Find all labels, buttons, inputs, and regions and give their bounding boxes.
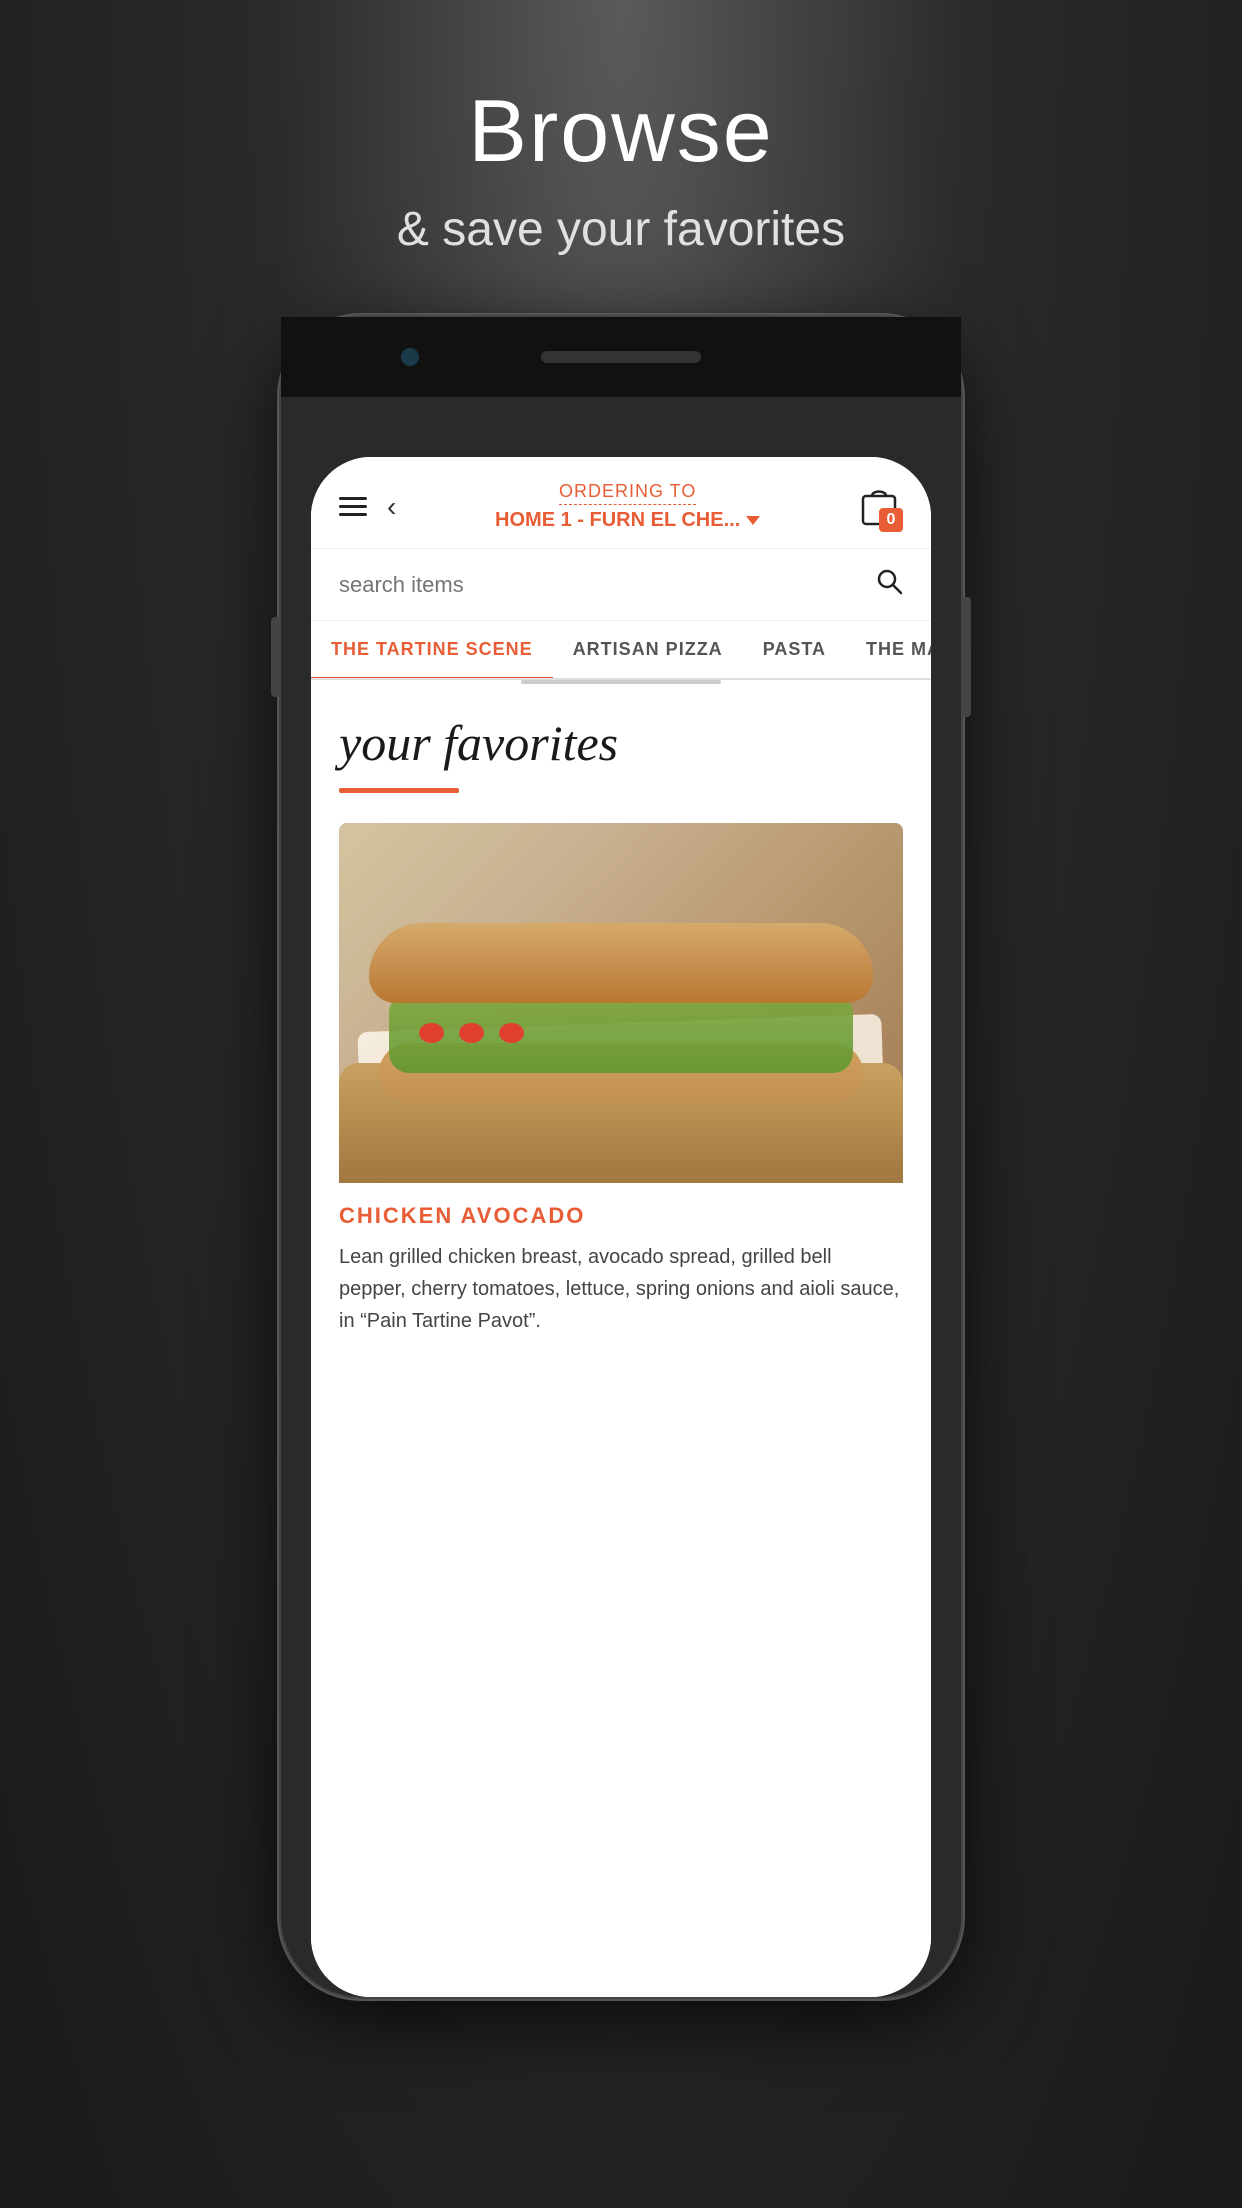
hamburger-line-2 [339, 505, 367, 508]
favorites-underline [339, 788, 459, 793]
food-item-name: CHICKEN AVOCADO [339, 1203, 903, 1229]
header-right: 0 [859, 482, 903, 532]
phone-top-bar [281, 317, 961, 397]
food-image [339, 823, 903, 1183]
hamburger-line-3 [339, 513, 367, 516]
search-input[interactable] [339, 572, 875, 598]
header-center: ORDERING TO HOME 1 - FURN EL CHE... [495, 481, 760, 532]
app-header: ‹ ORDERING TO HOME 1 - FURN EL CHE... [311, 457, 931, 549]
category-tabs: THE TARTINE SCENE ARTISAN PIZZA PASTA TH… [311, 621, 931, 680]
cart-count: 0 [887, 511, 896, 529]
page-title: Browse [468, 80, 773, 182]
tomato-2 [459, 1023, 484, 1043]
food-item-description: Lean grilled chicken breast, avocado spr… [339, 1241, 903, 1337]
tomato-3 [499, 1023, 524, 1043]
page-subtitle: & save your favorites [397, 202, 845, 257]
page-header: Browse & save your favorites [0, 0, 1242, 317]
hamburger-line-1 [339, 497, 367, 500]
tomatoes [419, 1023, 524, 1043]
food-card[interactable]: CHICKEN AVOCADO Lean grilled chicken bre… [339, 823, 903, 1337]
header-left: ‹ [339, 491, 396, 523]
sandwich-background [339, 823, 903, 1183]
tab-tartine-scene[interactable]: THE TARTINE SCENE [311, 621, 553, 678]
cart-badge: 0 [879, 508, 903, 532]
tab-artisan-pizza[interactable]: ARTISAN PIZZA [553, 621, 743, 678]
address-text[interactable]: HOME 1 - FURN EL CHE... [495, 509, 760, 532]
search-icon[interactable] [875, 567, 903, 602]
phone-screen: ‹ ORDERING TO HOME 1 - FURN EL CHE... [311, 457, 931, 1997]
tomato-1 [419, 1023, 444, 1043]
bread-top [369, 923, 873, 1003]
back-icon[interactable]: ‹ [387, 491, 396, 523]
phone-camera [401, 348, 419, 366]
tab-more[interactable]: THE MA... [846, 621, 931, 678]
hamburger-icon[interactable] [339, 497, 367, 516]
cart-button[interactable]: 0 [859, 482, 903, 532]
main-content[interactable]: your favorites [311, 684, 931, 1997]
app-content: ‹ ORDERING TO HOME 1 - FURN EL CHE... [311, 457, 931, 1997]
tab-pasta[interactable]: PASTA [743, 621, 846, 678]
phone-frame: ‹ ORDERING TO HOME 1 - FURN EL CHE... [281, 317, 961, 1997]
search-bar [311, 549, 931, 621]
favorites-title: your favorites [339, 714, 903, 772]
phone-speaker [541, 351, 701, 363]
favorites-section: your favorites [339, 684, 903, 1337]
address-value: HOME 1 - FURN EL CHE... [495, 509, 740, 532]
ordering-to-label: ORDERING TO [559, 481, 696, 505]
dropdown-arrow-icon [746, 516, 760, 525]
